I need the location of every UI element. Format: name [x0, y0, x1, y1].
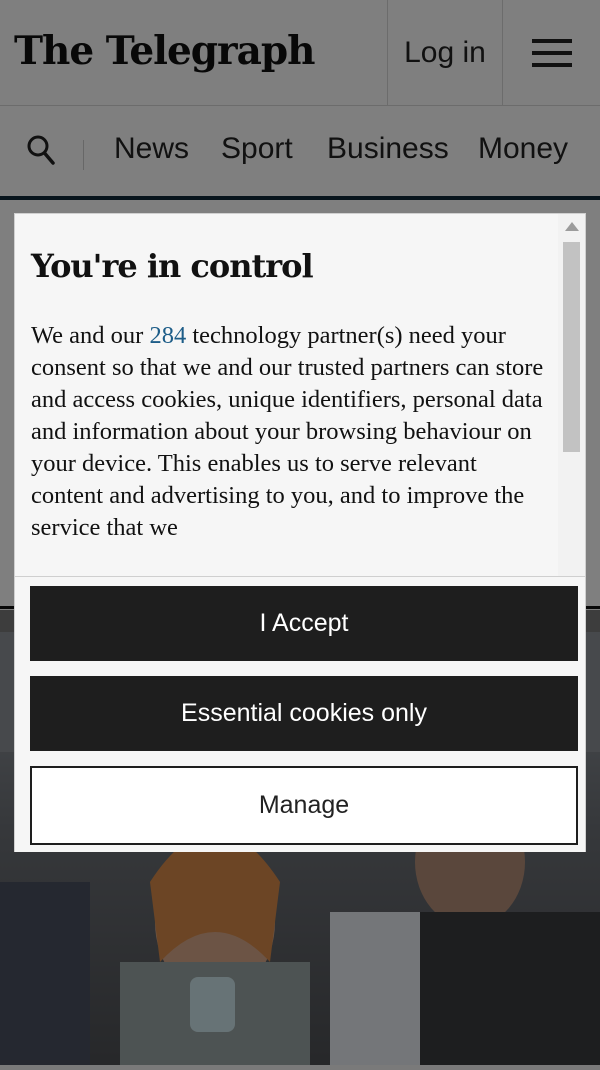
consent-title: You're in control	[31, 247, 314, 285]
accept-button[interactable]: I Accept	[30, 586, 578, 661]
manage-button[interactable]: Manage	[30, 766, 578, 845]
consent-scroll-area[interactable]: You're in control We and our 284 technol…	[15, 214, 558, 576]
scroll-up-arrow-icon[interactable]	[565, 222, 579, 231]
consent-description: We and our 284 technology partner(s) nee…	[31, 320, 551, 544]
consent-text-intro: We and our	[31, 322, 150, 349]
scrollbar[interactable]	[558, 214, 585, 576]
partner-count-link[interactable]: 284	[149, 322, 186, 349]
cookie-consent-dialog: You're in control We and our 284 technol…	[14, 213, 586, 852]
consent-text-body: technology partner(s) need your consent …	[31, 322, 544, 541]
consent-actions: I Accept Essential cookies only Manage	[15, 576, 585, 852]
essential-cookies-button[interactable]: Essential cookies only	[30, 676, 578, 751]
scrollbar-thumb[interactable]	[563, 242, 580, 452]
